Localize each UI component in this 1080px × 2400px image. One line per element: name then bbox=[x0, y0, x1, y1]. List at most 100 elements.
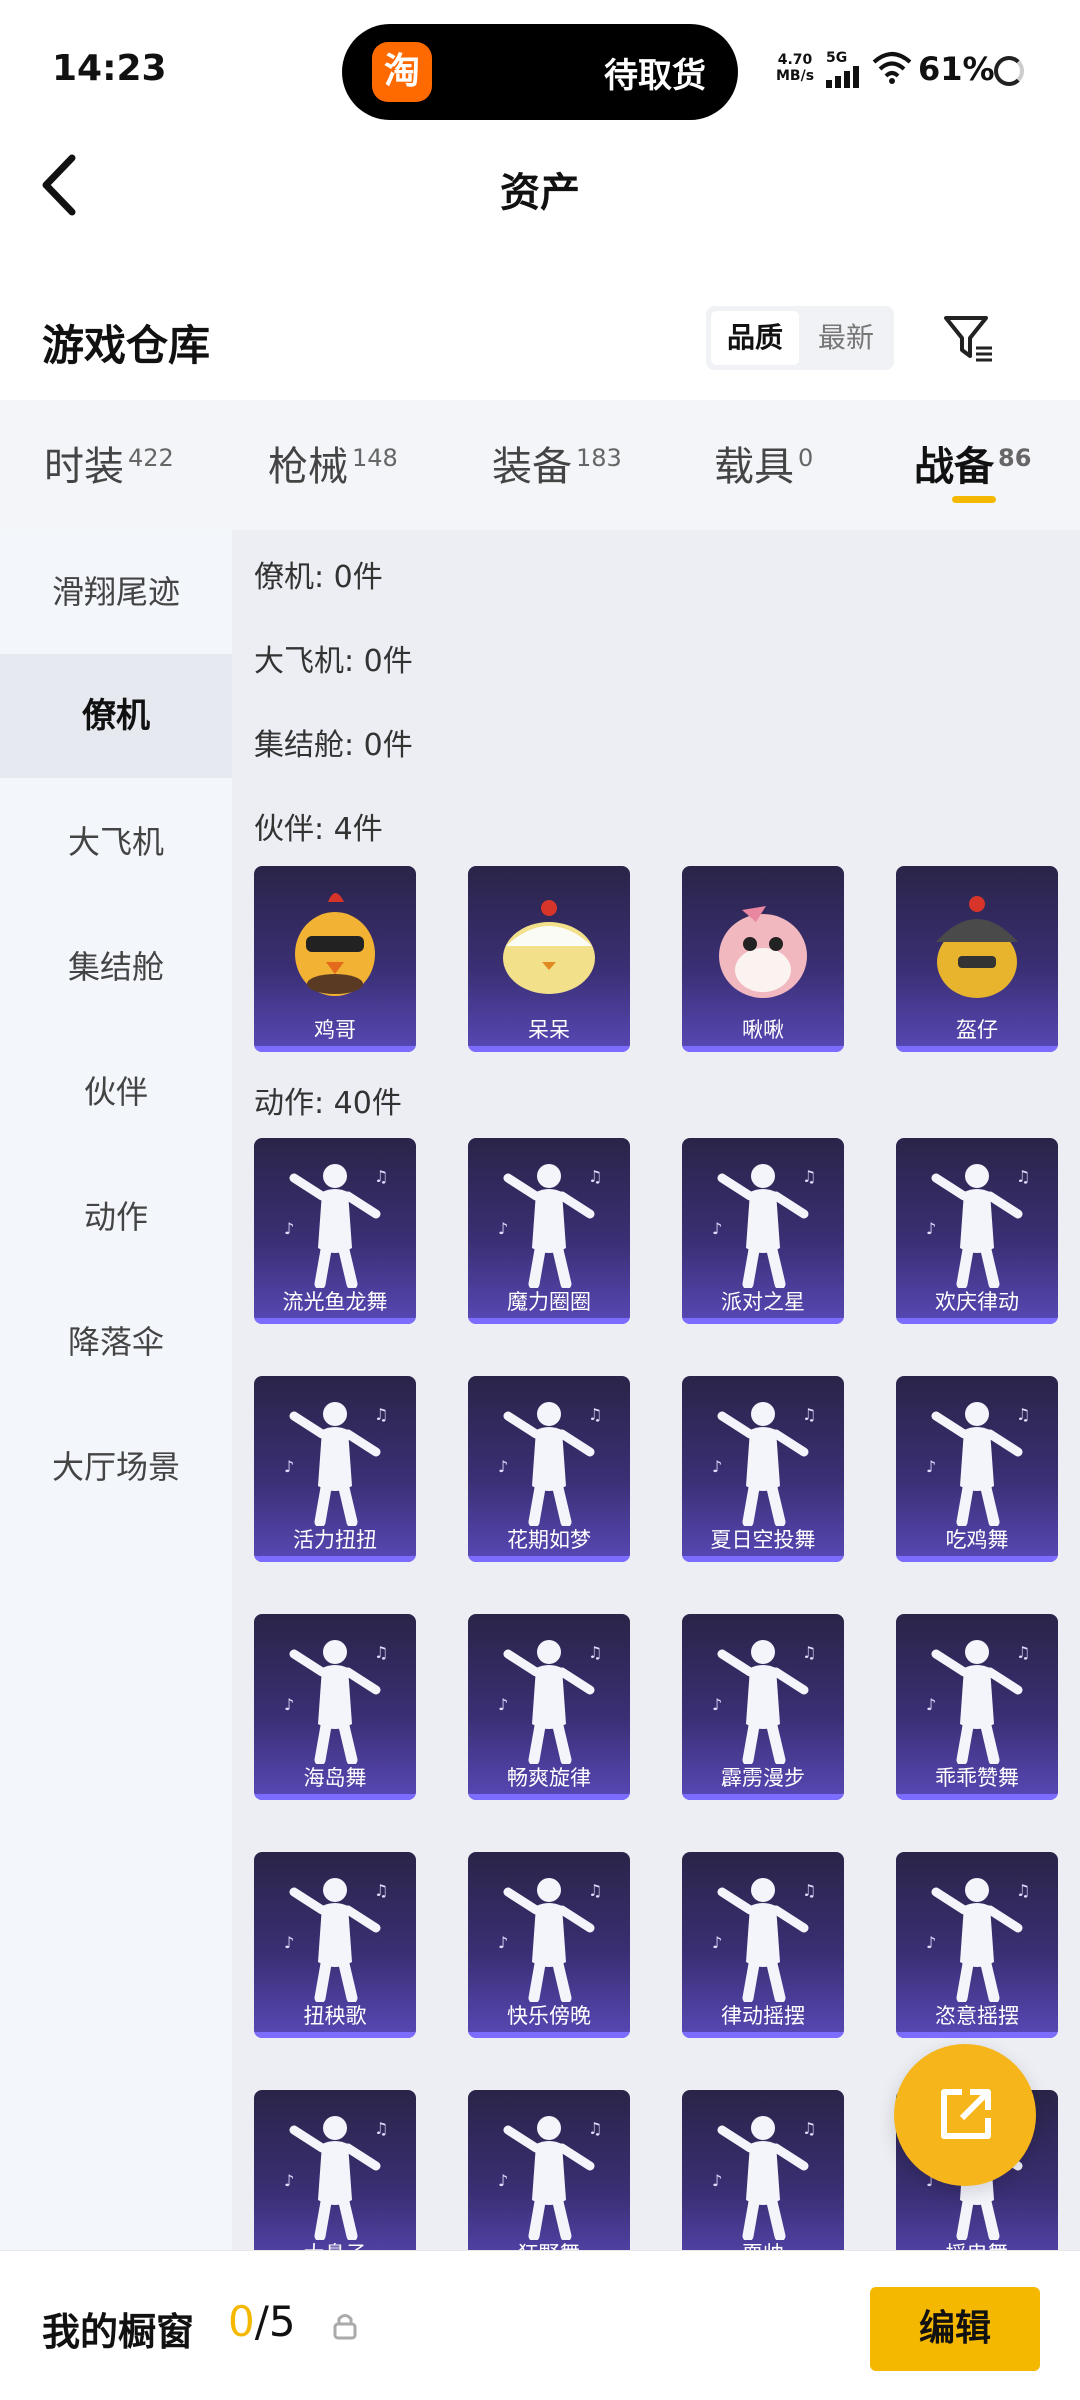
filter-icon[interactable] bbox=[940, 310, 996, 366]
share-button[interactable] bbox=[894, 2044, 1036, 2186]
category-tabs: 时装 422 枪械 148 装备 183 载具 0 战备 86 bbox=[0, 400, 1080, 530]
card-label: 霹雳漫步 bbox=[721, 1766, 805, 1790]
svg-text:♫: ♫ bbox=[1016, 1167, 1030, 1186]
dancer-silhouette-icon: ♪♫ bbox=[284, 1164, 388, 1288]
partner-card[interactable]: 呆呆 bbox=[468, 866, 630, 1052]
tab-vehicles[interactable]: 载具 0 bbox=[714, 434, 813, 492]
card-label: 欢庆律动 bbox=[935, 1290, 1019, 1314]
svg-text:♪: ♪ bbox=[284, 1219, 294, 1238]
emote-card[interactable]: ♪ ♫ 花期如梦 bbox=[468, 1376, 630, 1562]
card-label: 呆呆 bbox=[528, 1018, 570, 1042]
emote-card[interactable]: ♪ ♫ 霹雳漫步 bbox=[682, 1614, 844, 1800]
emote-card[interactable]: ♪ ♫ 流光鱼龙舞 bbox=[254, 1138, 416, 1324]
battery-level: 61% bbox=[918, 50, 995, 88]
svg-text:♫: ♫ bbox=[374, 1643, 388, 1662]
card-label: 吃鸡舞 bbox=[945, 1528, 1009, 1552]
card-label: 海岛舞 bbox=[303, 1766, 367, 1790]
tab-equipment[interactable]: 装备 183 bbox=[492, 434, 622, 492]
status-time: 14:23 bbox=[52, 48, 167, 89]
showcase-count: 0/5 bbox=[228, 2297, 296, 2346]
emote-card[interactable]: ♪ ♫ 欢庆律动 bbox=[896, 1138, 1058, 1324]
card-label: 啾啾 bbox=[742, 1018, 784, 1042]
dancer-silhouette-icon: ♪♫ bbox=[498, 1878, 602, 2002]
emote-card[interactable]: ♪ ♫ 乖乖赞舞 bbox=[896, 1614, 1058, 1800]
emote-card[interactable]: ♪ ♫ 魔力圈圈 bbox=[468, 1138, 630, 1324]
sort-newest-button[interactable]: 最新 bbox=[802, 311, 890, 365]
tab-combat-gear[interactable]: 战备 86 bbox=[914, 434, 1031, 492]
svg-text:♪: ♪ bbox=[498, 1933, 508, 1952]
emote-card[interactable]: ♪ ♫ 吃鸡舞 bbox=[896, 1376, 1058, 1562]
emote-card[interactable]: ♪ ♫ 畅爽旋律 bbox=[468, 1614, 630, 1800]
card-label: 耍帅 bbox=[682, 2238, 844, 2250]
sidebar-item-glide-trail[interactable]: 滑翔尾迹 bbox=[0, 530, 232, 654]
svg-text:♪: ♪ bbox=[284, 1933, 294, 1952]
emote-card[interactable]: ♪♫狂野舞 bbox=[468, 2090, 630, 2250]
svg-text:♪: ♪ bbox=[284, 2171, 294, 2190]
card-label: 摇曳舞 bbox=[896, 2238, 1058, 2250]
svg-text:♪: ♪ bbox=[712, 2171, 722, 2190]
emote-card[interactable]: ♪♫大鼻子 bbox=[254, 2090, 416, 2250]
emote-card[interactable]: ♪ ♫ 活力扭扭 bbox=[254, 1376, 416, 1562]
card-label: 畅爽旋律 bbox=[507, 1766, 591, 1790]
sidebar-item-wingman[interactable]: 僚机 bbox=[0, 654, 232, 778]
sidebar-item-partner[interactable]: 伙伴 bbox=[0, 1030, 232, 1154]
taobao-icon: 淘 bbox=[372, 42, 432, 102]
group-label-wingman: 僚机: 0件 bbox=[254, 560, 383, 595]
group-label-partner: 伙伴: 4件 bbox=[254, 812, 383, 847]
svg-text:♪: ♪ bbox=[712, 1695, 722, 1714]
sidebar-item-assembly-pod[interactable]: 集结舱 bbox=[0, 905, 232, 1029]
emote-card[interactable]: ♪♫耍帅 bbox=[682, 2090, 844, 2250]
svg-text:♪: ♪ bbox=[712, 1933, 722, 1952]
card-label: 扭秧歌 bbox=[303, 2004, 367, 2028]
partner-card[interactable]: 盔仔 bbox=[896, 866, 1058, 1052]
edit-button[interactable]: 编辑 bbox=[870, 2287, 1040, 2371]
emote-card[interactable]: ♪ ♫ 快乐傍晚 bbox=[468, 1852, 630, 2038]
partner-card[interactable]: 啾啾 bbox=[682, 866, 844, 1052]
card-label: 恣意摇摆 bbox=[935, 2004, 1019, 2028]
emote-card[interactable]: ♪ ♫ 恣意摇摆 bbox=[896, 1852, 1058, 2038]
svg-text:♪: ♪ bbox=[926, 1457, 936, 1476]
dancer-silhouette-icon: ♪♫ bbox=[498, 1164, 602, 1288]
card-label: 夏日空投舞 bbox=[710, 1528, 816, 1552]
dancer-silhouette-icon: ♪♫ bbox=[498, 2116, 602, 2240]
group-label-big-plane: 大飞机: 0件 bbox=[254, 644, 413, 679]
svg-text:♫: ♫ bbox=[1016, 1643, 1030, 1662]
partner-card[interactable]: 鸡哥 bbox=[254, 866, 416, 1052]
chicken-character-icon bbox=[295, 893, 375, 996]
sort-toggle: 品质 最新 bbox=[706, 306, 894, 370]
svg-text:♫: ♫ bbox=[588, 1643, 602, 1662]
dancer-silhouette-icon: ♪♫ bbox=[712, 2116, 816, 2240]
svg-text:♫: ♫ bbox=[802, 1405, 816, 1424]
sort-quality-button[interactable]: 品质 bbox=[711, 311, 799, 365]
svg-text:♫: ♫ bbox=[802, 2119, 816, 2138]
svg-text:♪: ♪ bbox=[284, 1457, 294, 1476]
svg-text:♪: ♪ bbox=[926, 1695, 936, 1714]
notification-pill[interactable]: 淘 待取货 bbox=[342, 24, 738, 120]
chick-character-icon bbox=[503, 900, 595, 994]
active-tab-indicator bbox=[952, 496, 996, 503]
emote-card[interactable]: ♪ ♫ 派对之星 bbox=[682, 1138, 844, 1324]
card-label: 流光鱼龙舞 bbox=[282, 1290, 388, 1314]
sidebar-item-parachute[interactable]: 降落伞 bbox=[0, 1280, 232, 1404]
tab-weapons[interactable]: 枪械 148 bbox=[268, 434, 398, 492]
emote-card[interactable]: ♪ ♫ 夏日空投舞 bbox=[682, 1376, 844, 1562]
card-label: 魔力圈圈 bbox=[507, 1290, 591, 1314]
sidebar-item-big-plane[interactable]: 大飞机 bbox=[0, 780, 232, 904]
svg-text:♪: ♪ bbox=[926, 1219, 936, 1238]
card-label: 派对之星 bbox=[721, 1290, 805, 1314]
dancer-silhouette-icon: ♪♫ bbox=[284, 1640, 388, 1764]
svg-text:♪: ♪ bbox=[712, 1457, 722, 1476]
network-speed: 4.70 MB/s bbox=[776, 52, 815, 84]
sidebar-item-lobby-scene[interactable]: 大厅场景 bbox=[0, 1405, 232, 1529]
emote-card[interactable]: ♪ ♫ 扭秧歌 bbox=[254, 1852, 416, 2038]
emote-card[interactable]: ♪ ♫ 律动摇摆 bbox=[682, 1852, 844, 2038]
sidebar-item-emote[interactable]: 动作 bbox=[0, 1155, 232, 1279]
svg-text:♫: ♫ bbox=[374, 1167, 388, 1186]
external-link-icon bbox=[941, 2089, 991, 2139]
showcase-label: 我的橱窗 bbox=[42, 2310, 195, 2354]
tab-fashion[interactable]: 时装 422 bbox=[44, 434, 174, 492]
svg-text:♫: ♫ bbox=[374, 1881, 388, 1900]
emote-card[interactable]: ♪ ♫ 海岛舞 bbox=[254, 1614, 416, 1800]
svg-text:♫: ♫ bbox=[802, 1167, 816, 1186]
sidebar: 滑翔尾迹 僚机 大飞机 集结舱 伙伴 动作 降落伞 大厅场景 bbox=[0, 530, 232, 2250]
